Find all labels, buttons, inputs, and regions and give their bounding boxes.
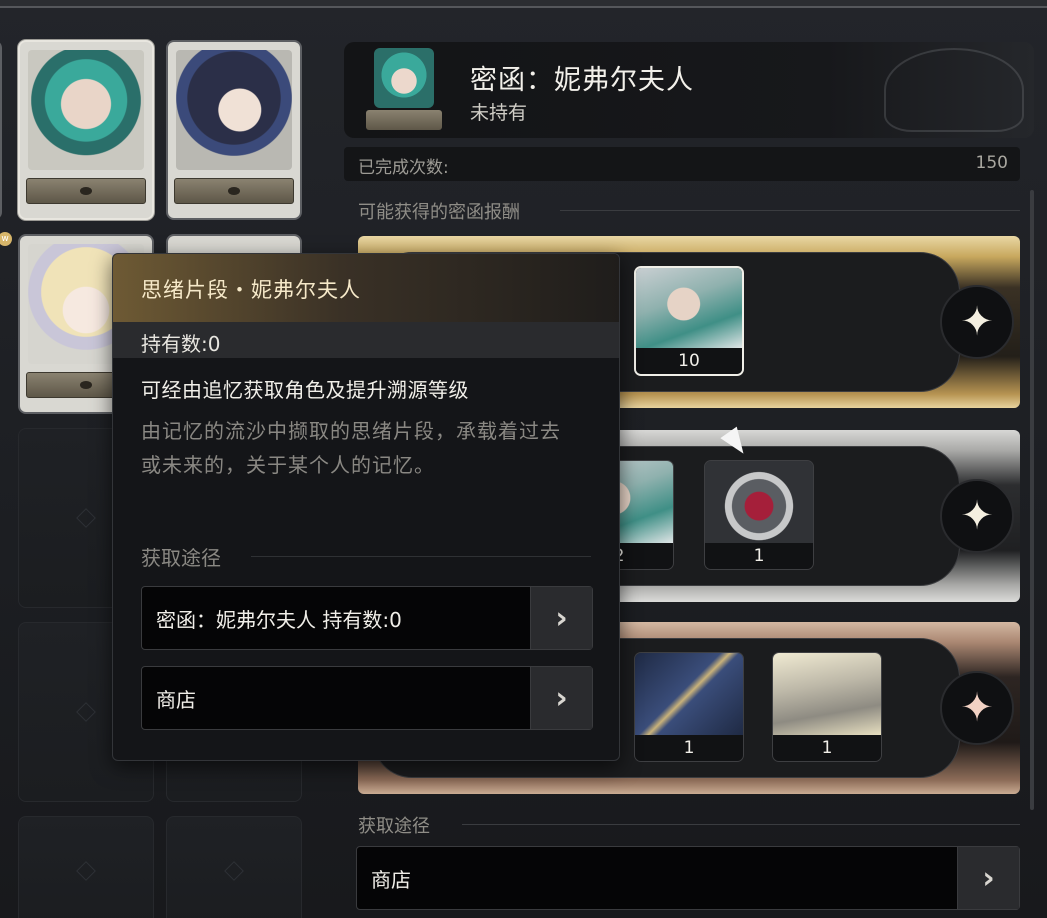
new-badge: w (0, 232, 12, 246)
scroll-ornament (366, 110, 442, 130)
section-divider (251, 556, 591, 557)
completed-label: 已完成次数: (358, 158, 449, 178)
completed-value: 150 (975, 153, 1008, 173)
top-border (0, 0, 1047, 8)
tooltip-description: 可经由追忆获取角色及提升溯源等级 (141, 378, 469, 402)
completed-count-row: 已完成次数: 150 (344, 147, 1020, 181)
tooltip-title: 思绪片段・妮弗尔夫人 (141, 278, 361, 302)
source-label: 商店 (156, 688, 196, 712)
shop-label: 商店 (371, 868, 411, 892)
star-sparkle-icon: ✦ (940, 671, 1014, 745)
blue-tome-icon (635, 653, 743, 735)
section-divider (462, 824, 1020, 825)
empty-slot (18, 816, 154, 918)
commission-avatar (366, 46, 442, 134)
eye-icon (80, 381, 92, 389)
item-tooltip: 思绪片段・妮弗尔夫人 持有数:0 可经由追忆获取角色及提升溯源等级 由记忆的流沙… (112, 253, 620, 761)
scrollbar[interactable] (1030, 190, 1034, 810)
source-label: 密函：妮弗尔夫人 持有数:0 (156, 608, 402, 632)
owned-count-row: 持有数:0 (113, 322, 619, 358)
item-count: 1 (635, 735, 743, 761)
rewards-section-label: 可能获得的密函报酬 (358, 202, 520, 223)
star-sparkle-icon: ✦ (940, 285, 1014, 359)
star-sparkle-icon: ✦ (940, 479, 1014, 553)
reward-item[interactable]: 1 (772, 652, 882, 762)
owned-count: 持有数:0 (141, 332, 221, 356)
commission-title: 密函：妮弗尔夫人 (470, 65, 694, 96)
banner-relic-icon (773, 653, 881, 735)
item-count: 10 (636, 348, 742, 374)
reward-item[interactable]: 1 (704, 460, 814, 570)
scroll-ornament (174, 178, 294, 204)
source-row-shop[interactable]: 商店 › (141, 666, 593, 730)
chevron-right-icon[interactable]: › (530, 587, 592, 649)
shop-source-row[interactable]: 商店 › (356, 846, 1020, 910)
character-card[interactable] (166, 40, 302, 220)
commission-header: 密函：妮弗尔夫人 未持有 (344, 42, 1034, 138)
section-divider (560, 210, 1020, 211)
character-portrait (176, 50, 292, 170)
item-count: 1 (705, 543, 813, 569)
chevron-right-icon[interactable]: › (957, 847, 1019, 909)
character-portrait (28, 50, 144, 170)
ownership-status: 未持有 (470, 102, 528, 124)
character-portrait (374, 48, 434, 108)
acquire-section-label: 获取途径 (358, 816, 430, 837)
character-card-selected[interactable] (18, 40, 154, 220)
app-screen: w 密函：妮弗尔夫人 未持有 已完成次数: 150 可能获得的密函报酬 10 ✦ (0, 0, 1047, 918)
tooltip-flavor-text: 由记忆的流沙中撷取的思绪片段，承载着过去或未来的，关于某个人的记忆。 (141, 419, 561, 477)
reward-item[interactable]: 1 (634, 652, 744, 762)
eye-icon (228, 187, 240, 195)
source-section-label: 获取途径 (141, 546, 221, 570)
emblem-decoration (884, 48, 1024, 132)
character-fragment-icon (636, 268, 742, 348)
item-count: 1 (773, 735, 881, 761)
source-row-commission[interactable]: 密函：妮弗尔夫人 持有数:0 › (141, 586, 593, 650)
chevron-right-icon[interactable]: › (530, 667, 592, 729)
crimson-cube-icon (705, 461, 813, 543)
reward-item[interactable]: 10 (634, 266, 744, 376)
character-card-partial[interactable] (0, 40, 2, 220)
empty-slot (166, 816, 302, 918)
eye-icon (80, 187, 92, 195)
scroll-ornament (26, 178, 146, 204)
